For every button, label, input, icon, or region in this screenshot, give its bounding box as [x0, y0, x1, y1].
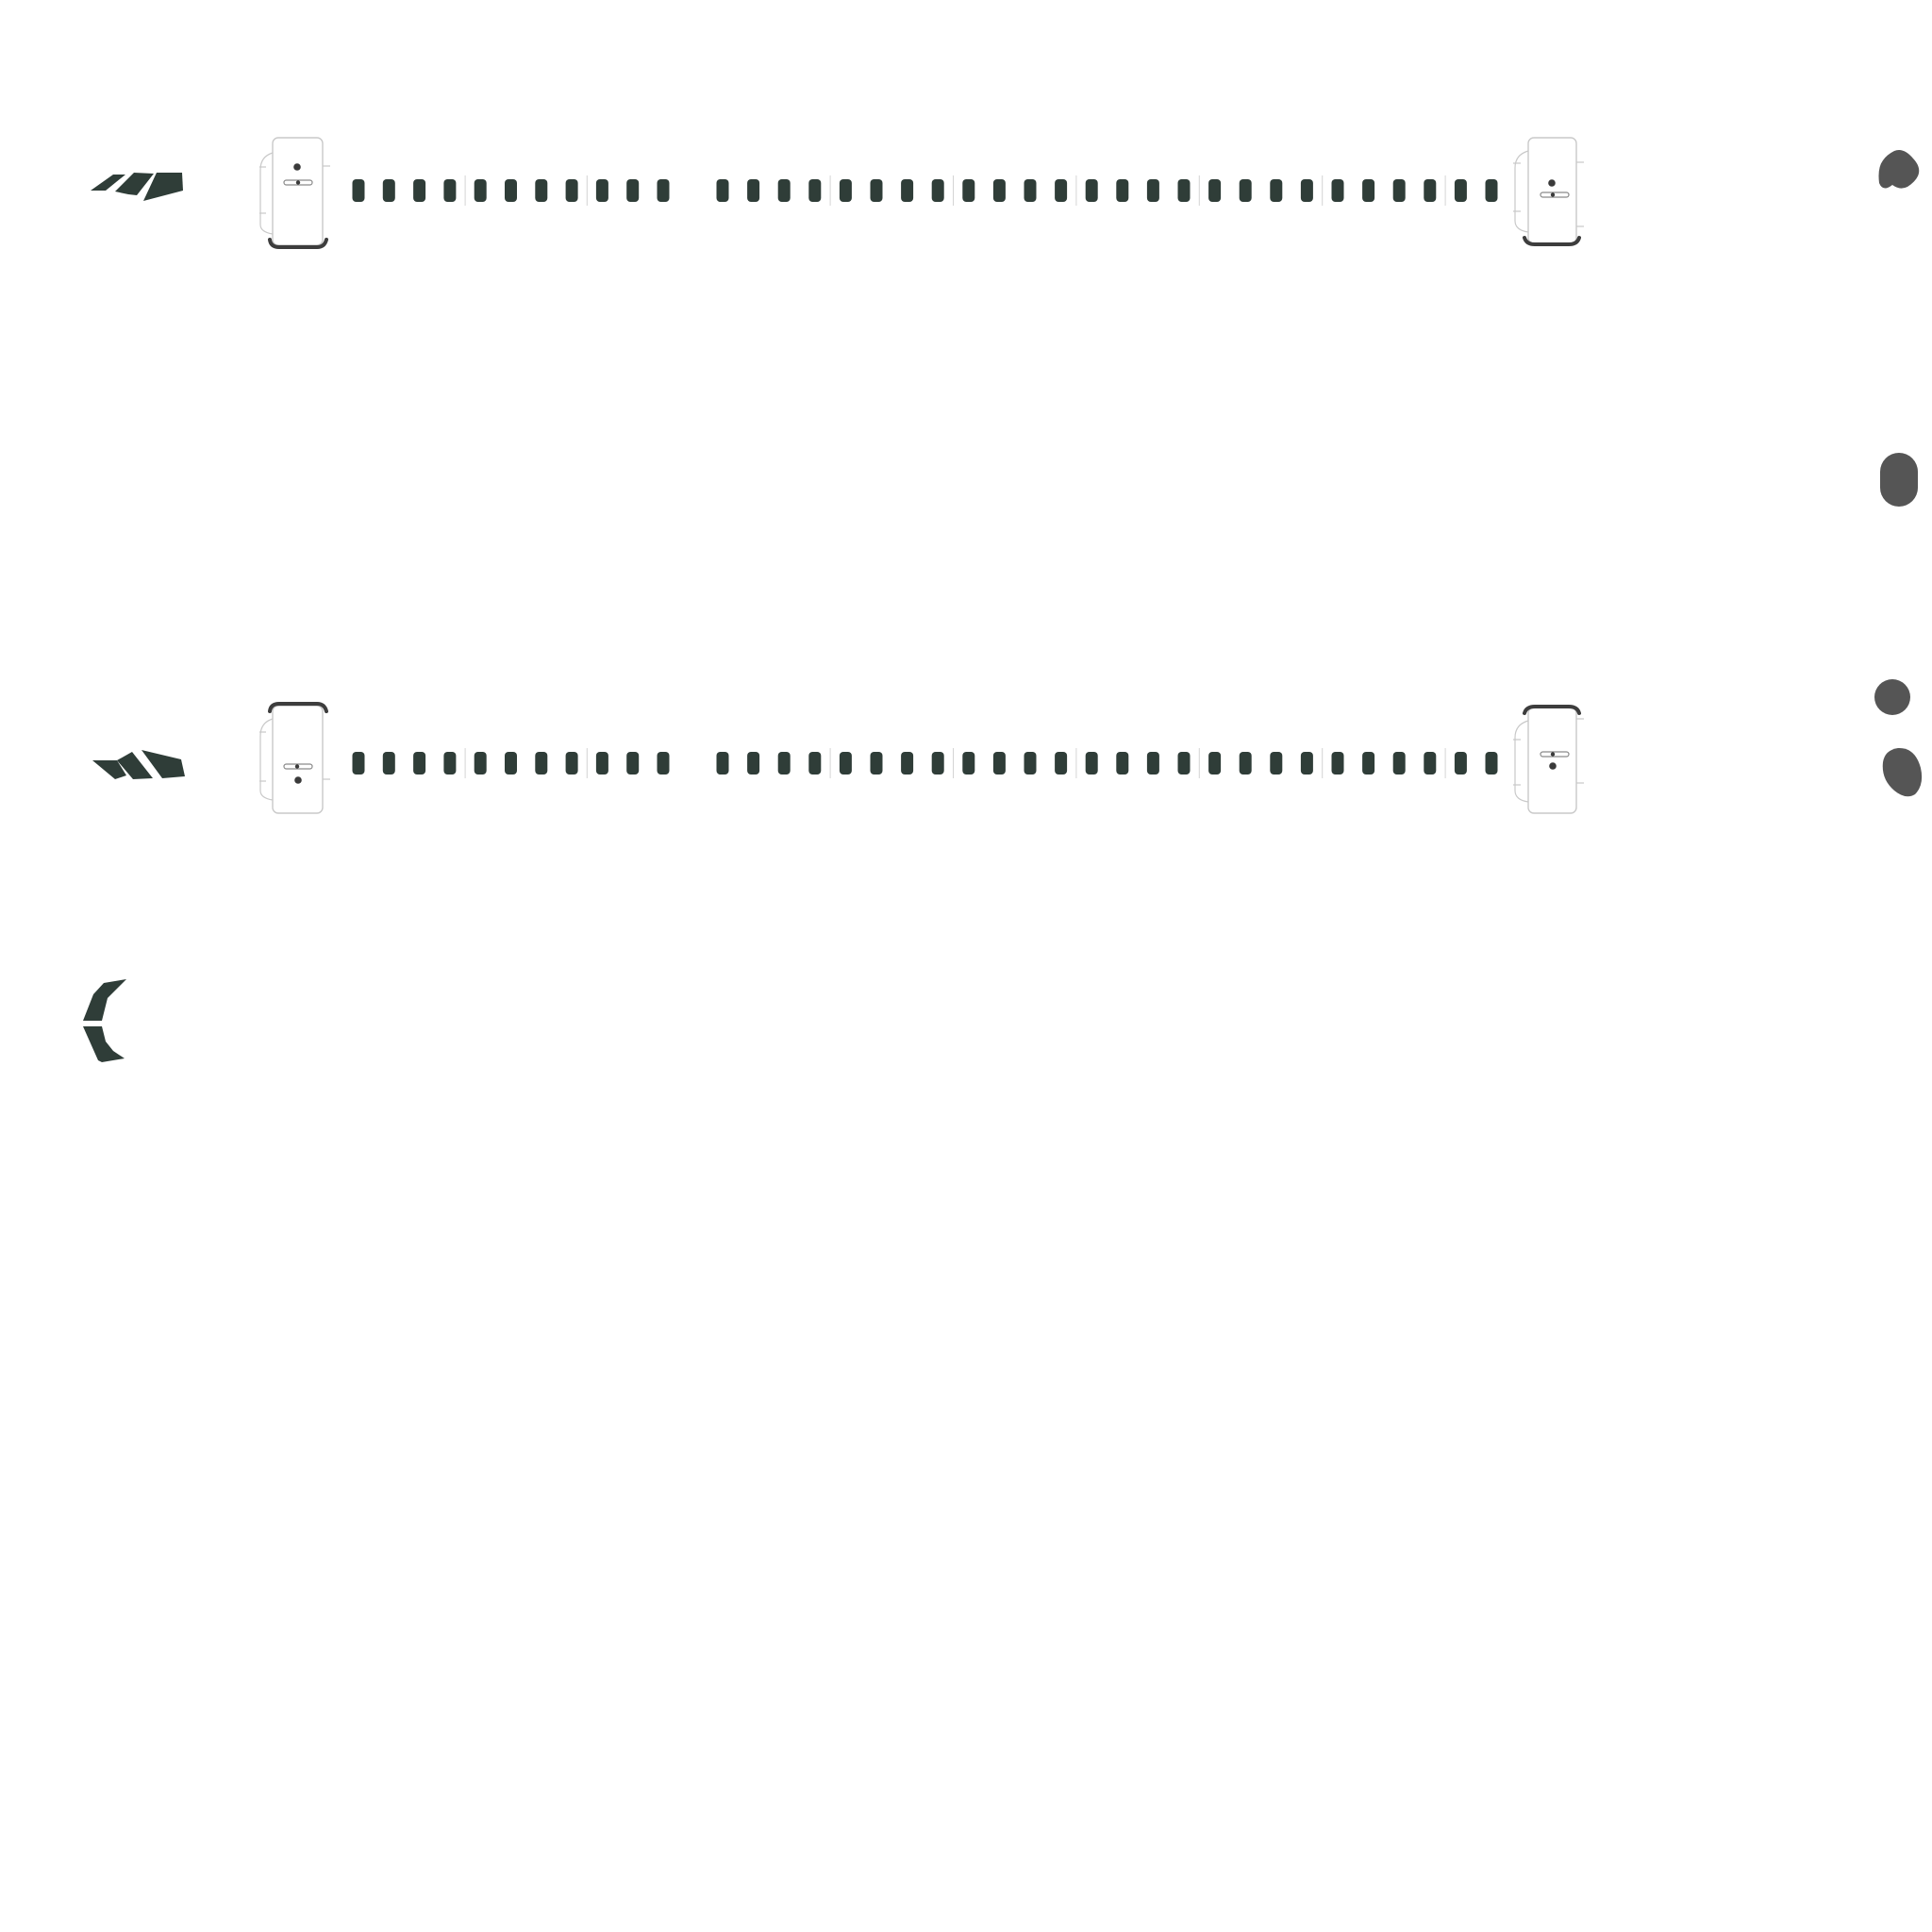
track-segment	[1085, 179, 1098, 202]
track-segment	[901, 752, 914, 774]
track-segment	[808, 179, 822, 202]
track-segment	[382, 752, 395, 774]
track-segment	[352, 179, 365, 202]
track-segment	[1331, 179, 1344, 202]
track-segment	[1485, 179, 1498, 202]
track-segment	[657, 752, 670, 774]
segment-track-right-bottom	[716, 748, 1498, 778]
track-segment	[1024, 752, 1037, 774]
track-segment	[382, 179, 395, 202]
rounded-blob-icon	[1880, 453, 1918, 507]
rounded-blob-icon	[1878, 150, 1920, 189]
track-segment	[1300, 179, 1313, 202]
track-segment	[870, 179, 883, 202]
rounded-blob-icon	[1882, 747, 1923, 797]
track-segment	[931, 752, 944, 774]
track-segment	[565, 752, 578, 774]
track-segment	[1362, 752, 1375, 774]
slider-handle-right-bottom[interactable]	[1513, 705, 1584, 814]
track-segment	[962, 179, 975, 202]
tilted-parallelogram-cluster-icon	[91, 173, 183, 201]
track-segment	[443, 179, 457, 202]
track-segment	[1392, 179, 1406, 202]
track-segment	[1116, 752, 1129, 774]
track-segment	[1239, 752, 1252, 774]
slider-handle-left-bottom[interactable]	[259, 702, 330, 814]
track-segment	[716, 752, 729, 774]
track-segment	[443, 752, 457, 774]
slider-handle-left-top[interactable]	[259, 137, 330, 249]
track-segment	[1024, 179, 1037, 202]
track-segment	[1331, 752, 1344, 774]
track-segment	[992, 752, 1006, 774]
track-segment	[1485, 752, 1498, 774]
track-segment	[777, 752, 791, 774]
track-segment	[1424, 752, 1437, 774]
track-segment	[565, 179, 578, 202]
track-segment	[535, 752, 548, 774]
track-segment	[1208, 752, 1222, 774]
track-segment	[626, 752, 640, 774]
track-segment	[474, 752, 487, 774]
track-segment	[839, 179, 852, 202]
track-segment	[505, 752, 517, 774]
track-segment	[992, 179, 1006, 202]
track-segment	[657, 179, 670, 202]
track-segment	[1116, 179, 1129, 202]
track-segment	[413, 179, 426, 202]
track-segment	[962, 752, 975, 774]
slider-handle-right-top[interactable]	[1513, 137, 1584, 246]
canvas	[83, 137, 1923, 1062]
segment-track-right-top	[716, 175, 1498, 206]
strip-bottom	[92, 679, 1923, 814]
track-segment	[839, 752, 852, 774]
track-segment	[352, 752, 365, 774]
strip-top	[91, 137, 1920, 249]
track-segment	[474, 179, 487, 202]
track-segment	[1146, 752, 1159, 774]
track-segment	[1055, 179, 1068, 202]
track-segment	[1270, 179, 1283, 202]
track-segment	[413, 752, 426, 774]
track-segment	[747, 752, 760, 774]
track-segment	[870, 752, 883, 774]
track-segment	[931, 179, 944, 202]
track-segment	[808, 752, 822, 774]
track-segment	[1055, 752, 1068, 774]
open-bracket-icon	[83, 979, 126, 1062]
track-segment	[1454, 179, 1467, 202]
track-segment	[747, 179, 760, 202]
track-segment	[1424, 179, 1437, 202]
chevron-fan-icon	[92, 750, 185, 779]
track-segment	[505, 179, 517, 202]
track-segment	[535, 179, 548, 202]
track-segment	[626, 179, 640, 202]
track-segment	[901, 179, 914, 202]
track-segment	[1300, 752, 1313, 774]
track-segment	[1146, 179, 1159, 202]
track-segment	[595, 752, 608, 774]
track-segment	[716, 179, 729, 202]
track-segment	[1270, 752, 1283, 774]
rounded-blob-icon	[1874, 679, 1910, 715]
track-segment	[1177, 752, 1191, 774]
track-segment	[1362, 179, 1375, 202]
track-segment	[1239, 179, 1252, 202]
track-segment	[595, 179, 608, 202]
track-segment	[1085, 752, 1098, 774]
segment-track-left-bottom	[352, 748, 670, 778]
track-segment	[1392, 752, 1406, 774]
track-segment	[1208, 179, 1222, 202]
track-segment	[1177, 179, 1191, 202]
track-segment	[777, 179, 791, 202]
segment-track-left-top	[352, 175, 670, 206]
track-segment	[1454, 752, 1467, 774]
